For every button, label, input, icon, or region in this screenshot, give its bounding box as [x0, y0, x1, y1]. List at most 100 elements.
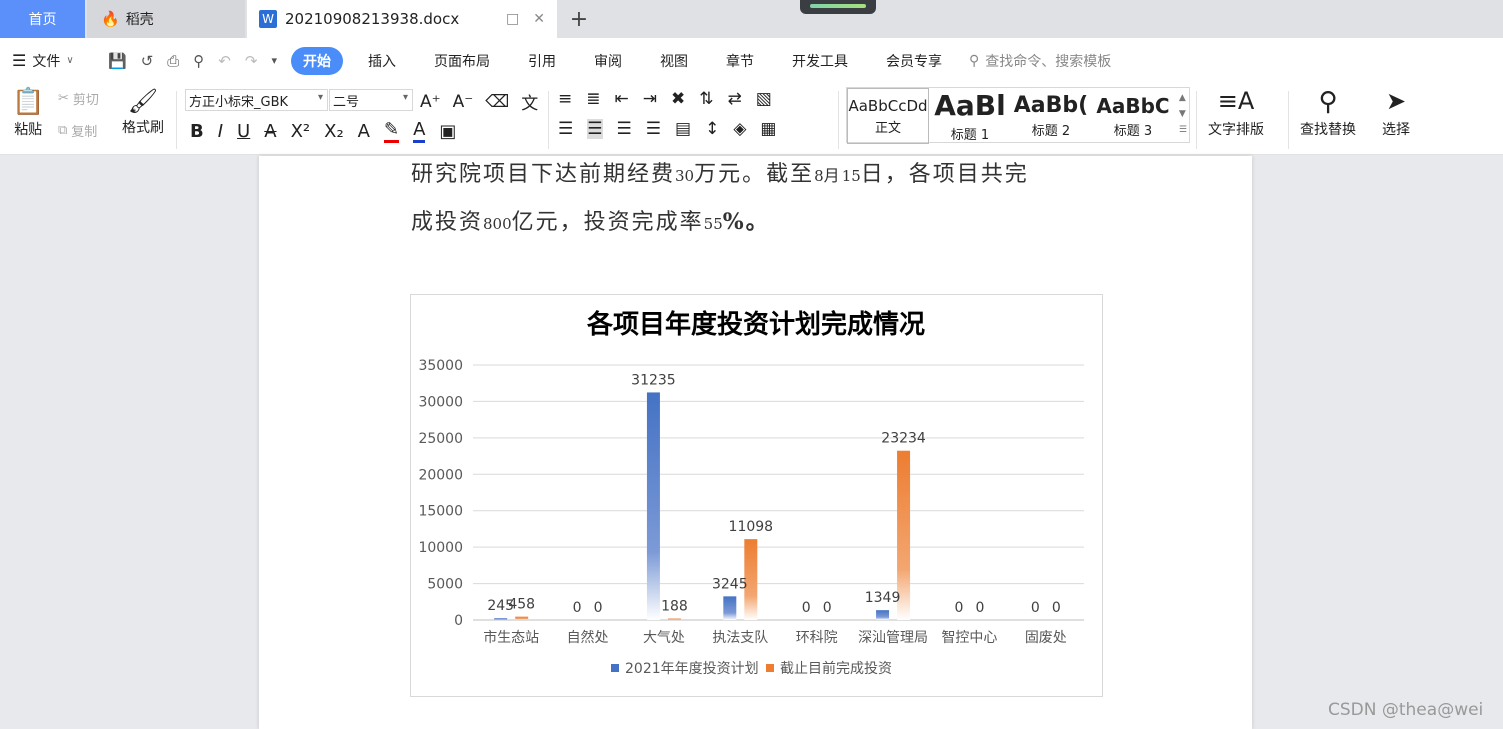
underline-icon[interactable]: U	[237, 121, 250, 142]
style-heading-1[interactable]: AaBl 标题 1	[931, 88, 1009, 144]
chevron-down-icon: ▾	[317, 92, 323, 103]
copy-button[interactable]: ⧉ 复制	[58, 121, 97, 140]
style-heading-2[interactable]: AaBb( 标题 2	[1011, 88, 1091, 144]
data-label: 23234	[881, 431, 926, 447]
scissors-icon: ✂	[58, 91, 69, 106]
sort-icon[interactable]: ⇅	[699, 89, 713, 109]
menu-tab-review[interactable]: 审阅	[575, 51, 641, 71]
x-tick-label: 智控中心	[941, 630, 997, 646]
paste-button[interactable]: 📋 粘贴	[12, 87, 44, 139]
numbered-list-icon[interactable]: ≣	[586, 89, 600, 109]
justify-icon[interactable]: ☰	[646, 119, 661, 139]
file-menu[interactable]: ☰ 文件 ∨	[0, 51, 100, 71]
bar	[494, 618, 508, 620]
pin-window-icon[interactable]: □	[506, 11, 519, 27]
font-color-icon[interactable]: A	[413, 119, 426, 143]
distributed-icon[interactable]: ▤	[675, 119, 691, 139]
legend-label: 2021年年度投资计划	[625, 661, 759, 677]
y-tick-label: 10000	[418, 540, 463, 556]
strikethrough-icon[interactable]: A	[264, 121, 276, 142]
data-label: 188	[661, 599, 688, 615]
tab-home[interactable]: 首页	[0, 0, 85, 38]
paragraph-line-2: 成投资800亿元，投资完成率55%。	[411, 209, 770, 235]
x-tick-label: 固废处	[1025, 630, 1067, 646]
data-label: 11098	[729, 519, 774, 535]
data-label: 0	[954, 600, 963, 616]
ribbon-toolbar: 📋 粘贴 ✂ 剪切 ⧉ 复制 🖌 格式刷 方正小标宋_GBK ▾ 二号 ▾ A⁺ A⁻ …	[0, 83, 1503, 155]
font-size-select[interactable]: 二号 ▾	[329, 89, 413, 111]
format-painter-button[interactable]: 🖌 格式刷	[122, 87, 164, 137]
find-replace-button[interactable]: ⚲ 查找替换	[1300, 87, 1356, 139]
data-label: 0	[975, 600, 984, 616]
subscript-icon[interactable]: X₂	[324, 121, 344, 142]
highlight-icon[interactable]: ✎	[383, 119, 400, 143]
close-tab-icon[interactable]: ✕	[533, 11, 545, 27]
italic-icon[interactable]: I	[218, 121, 223, 142]
menu-tab-view[interactable]: 视图	[641, 51, 707, 71]
bold-icon[interactable]: B	[190, 121, 204, 142]
grow-font-icon[interactable]: A⁺	[420, 92, 441, 112]
text-layout-button[interactable]: ≡A 文字排版	[1208, 87, 1264, 139]
document-area: 研究院项目下达前期经费30万元。截至8月15日，各项目共完 成投资800亿元，投…	[0, 156, 1503, 729]
style-heading-3[interactable]: AaBbC 标题 3	[1093, 88, 1173, 144]
x-tick-label: 环科院	[796, 630, 838, 646]
menu-tab-section[interactable]: 章节	[707, 51, 773, 71]
chart-container[interactable]: 各项目年度投资计划完成情况 0 5000 10000 15000 20000 25000 3…	[410, 294, 1103, 697]
new-tab-icon[interactable]: +	[566, 6, 592, 32]
text-direction-icon[interactable]: ⇄	[728, 89, 742, 109]
x-tick-label: 市生态站	[483, 629, 539, 646]
align-left-icon[interactable]: ☰	[558, 119, 573, 139]
tab-document[interactable]: W 20210908213938.docx □ ✕	[247, 0, 557, 38]
legend-swatch	[611, 664, 619, 672]
tab-daoke[interactable]: 🔥 稻壳	[87, 0, 245, 38]
menu-tab-home[interactable]: 开始	[290, 46, 343, 75]
show-marks-icon[interactable]: ▧	[756, 89, 772, 109]
undo-icon[interactable]: ↶	[218, 52, 231, 70]
borders-icon[interactable]: ▦	[760, 119, 776, 139]
chinese-layout-icon[interactable]: ✖	[671, 89, 685, 109]
font-family-select[interactable]: 方正小标宋_GBK ▾	[185, 89, 328, 111]
data-label: 1349	[865, 590, 901, 606]
customize-icon[interactable]: ▾	[271, 54, 277, 67]
decrease-indent-icon[interactable]: ⇤	[615, 89, 629, 109]
chart-legend: 2021年年度投资计划 截止目前完成投资	[611, 660, 892, 677]
y-tick-label: 35000	[418, 358, 463, 374]
superscript-icon[interactable]: X²	[291, 121, 311, 142]
clear-format-icon[interactable]: ⌫	[485, 92, 509, 112]
document-page[interactable]: 研究院项目下达前期经费30万元。截至8月15日，各项目共完 成投资800亿元，投…	[259, 156, 1252, 729]
select-button[interactable]: ➤ 选择	[1382, 87, 1410, 139]
menu-tab-layout[interactable]: 页面布局	[415, 51, 509, 71]
export-pdf-icon[interactable]: ↺	[141, 52, 154, 70]
y-tick-label: 5000	[427, 577, 463, 593]
style-normal[interactable]: AaBbCcDd 正文	[847, 88, 929, 144]
bullet-list-icon[interactable]: ≡	[558, 89, 572, 109]
shading-icon[interactable]: ◈	[733, 119, 746, 139]
bar	[515, 616, 529, 620]
y-tick-label: 15000	[418, 504, 463, 520]
align-center-icon[interactable]: ☰	[587, 119, 603, 139]
menu-tab-developer[interactable]: 开发工具	[773, 51, 867, 71]
char-border-icon[interactable]: ▣	[439, 121, 456, 142]
menu-tab-member[interactable]: 会员专享	[867, 51, 961, 71]
redo-icon[interactable]: ↷	[245, 52, 258, 70]
style-scroll[interactable]: ▲ ▼ ☰	[1179, 90, 1187, 138]
x-tick-label: 大气处	[643, 630, 685, 646]
command-search[interactable]: ⚲ 查找命令、搜索模板	[969, 51, 1111, 71]
data-label: 0	[802, 600, 811, 616]
search-placeholder: 查找命令、搜索模板	[985, 53, 1112, 70]
align-right-icon[interactable]: ☰	[617, 119, 632, 139]
increase-indent-icon[interactable]: ⇥	[643, 89, 657, 109]
menu-tab-references[interactable]: 引用	[509, 51, 575, 71]
text-effect-icon[interactable]: A	[358, 121, 370, 142]
cut-button[interactable]: ✂ 剪切	[58, 89, 99, 108]
save-icon[interactable]: 💾	[108, 52, 127, 70]
chevron-down-icon: ▾	[402, 92, 408, 103]
copy-icon: ⧉	[58, 123, 68, 138]
line-spacing-icon[interactable]: ↕	[705, 119, 719, 139]
menu-tab-insert[interactable]: 插入	[349, 51, 415, 71]
print-icon[interactable]: ⎙	[167, 52, 179, 70]
phonetic-icon[interactable]: 文	[521, 89, 538, 114]
print-preview-icon[interactable]: ⚲	[193, 52, 204, 70]
shrink-font-icon[interactable]: A⁻	[453, 92, 474, 112]
chevron-down-icon: ∨	[66, 55, 74, 66]
